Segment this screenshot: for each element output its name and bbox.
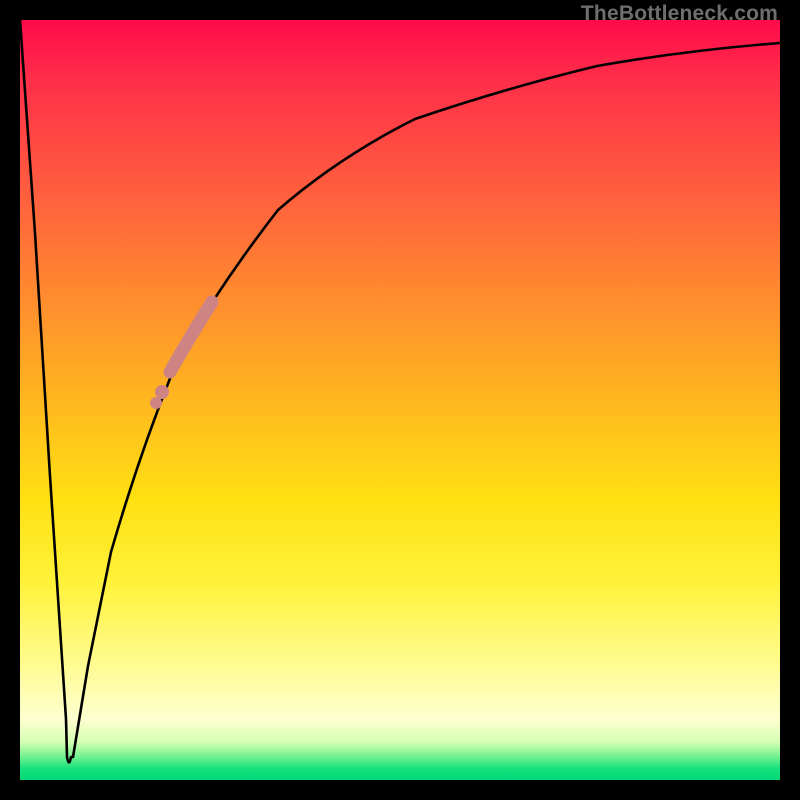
highlight-dot <box>155 385 169 399</box>
highlight-segment <box>170 302 212 372</box>
chart-container: TheBottleneck.com <box>0 0 800 800</box>
watermark-text: TheBottleneck.com <box>581 2 778 26</box>
highlight-dot-2 <box>150 397 162 409</box>
plot-area <box>20 20 780 780</box>
curve-layer <box>20 20 780 780</box>
bottleneck-curve <box>20 20 780 763</box>
